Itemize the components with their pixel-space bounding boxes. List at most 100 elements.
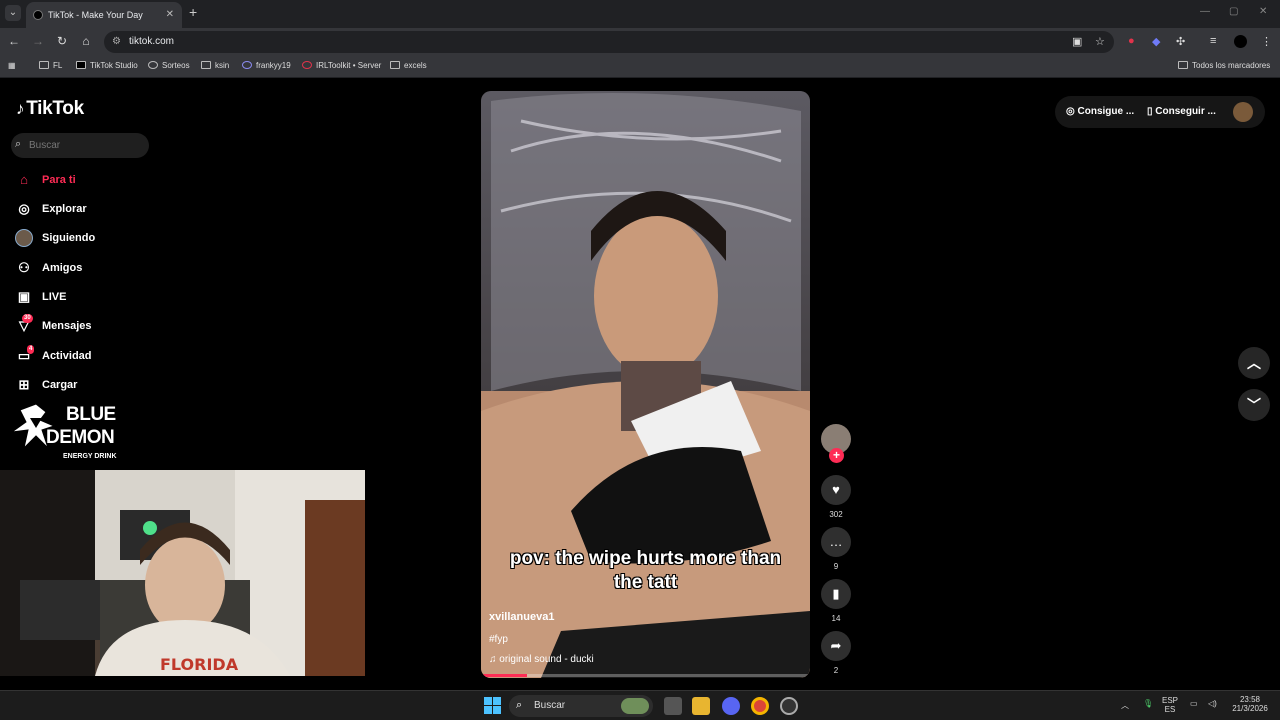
forward-icon[interactable]: → [30, 34, 46, 48]
blue-demon-overlay-logo: BLUE DEMON ENERGY DRINK [4, 398, 128, 466]
folder-icon [1178, 61, 1188, 69]
bookmark-fl[interactable]: FL [39, 61, 62, 70]
share-button[interactable]: ➦ 2 [821, 631, 851, 675]
webcam-feed-image: FLORIDA [0, 470, 365, 676]
bookmark-excels[interactable]: excels [390, 61, 427, 70]
music-note-icon: ♫ [489, 654, 500, 665]
upload-icon: ⊞ [18, 377, 30, 392]
share-count: 2 [833, 666, 839, 675]
video-progress-bar[interactable] [481, 674, 810, 677]
tiktok-logo[interactable]: ♪ TikTok [16, 98, 84, 120]
bookmark-sorteos[interactable]: Sorteos [148, 61, 190, 70]
follow-plus-icon[interactable]: + [829, 448, 844, 463]
microphone-icon[interactable]: 🎙 [1143, 699, 1153, 708]
tab-close-icon[interactable]: ✕ [166, 2, 174, 28]
new-tab-button[interactable]: + [189, 4, 197, 20]
reload-icon[interactable]: ↻ [54, 34, 70, 48]
comment-button[interactable]: … 9 [821, 527, 851, 571]
folder-icon [39, 61, 49, 69]
language-indicator[interactable]: ESP ES [1162, 696, 1178, 714]
file-explorer-icon[interactable] [692, 697, 710, 715]
tray-chevron-icon[interactable]: ︿ [1121, 700, 1129, 711]
window-close-icon[interactable]: ✕ [1259, 6, 1267, 17]
brand-line-blue: BLUE [66, 404, 116, 425]
all-bookmarks[interactable]: Todos los marcadores [1178, 61, 1270, 70]
clock[interactable]: 23:58 21/3/2026 [1228, 695, 1272, 713]
site-info-icon[interactable]: ⚙ [112, 36, 121, 47]
taskbar-search[interactable]: ⌕ Buscar [509, 695, 653, 717]
top-right-actions: ◎ Consigue ... ▯ Conseguir ... [1055, 96, 1265, 128]
video-progress-fill [481, 674, 528, 677]
video-caption: pov: the wipe hurts more than the tatt [481, 547, 810, 595]
tiktok-icon [76, 61, 86, 69]
extension-shield-icon[interactable]: ◆ [1152, 35, 1160, 48]
windows-taskbar: ⌕ Buscar ︿ 🎙 ESP ES ▭ ◁) 23:58 21/3/2026 [0, 690, 1280, 720]
next-video-button[interactable]: ﹀ [1238, 389, 1270, 421]
share-arrow-icon: ➦ [821, 631, 851, 661]
comment-icon: … [821, 527, 851, 557]
windows-logo-icon [484, 697, 501, 714]
save-button[interactable]: ▮ 14 [821, 579, 851, 623]
video-sound[interactable]: ♫ original sound - ducki [489, 654, 594, 665]
messages-badge: 30 [22, 314, 33, 323]
video-author[interactable]: xvillanueva1 [489, 611, 554, 623]
minimize-icon[interactable]: — [1200, 6, 1210, 17]
bookmark-irltoolkit[interactable]: IRLToolkit • Server [302, 61, 381, 70]
comment-count: 9 [833, 562, 839, 571]
task-view-icon[interactable] [664, 697, 682, 715]
caption-line-1: pov: the wipe hurts more than [509, 548, 782, 569]
profile-avatar[interactable] [1233, 102, 1253, 122]
browser-tab[interactable]: TikTok - Make Your Day ✕ [26, 2, 182, 28]
volume-icon[interactable]: ◁) [1208, 699, 1217, 708]
tab-search-button[interactable]: ⌄ [5, 5, 21, 21]
clock-date: 21/3/2026 [1232, 704, 1268, 713]
video-player[interactable]: pov: the wipe hurts more than the tatt x… [481, 91, 810, 678]
back-icon[interactable]: ← [6, 34, 22, 48]
search-icon: ⌕ [516, 699, 523, 711]
coin-icon: ◎ [1066, 106, 1078, 117]
maximize-icon[interactable]: ▢ [1229, 6, 1238, 17]
live-icon: ▣ [17, 289, 31, 304]
get-coins-button[interactable]: ◎ Consigue ... [1066, 106, 1134, 117]
irltoolkit-icon [302, 61, 312, 69]
chrome-icon[interactable] [751, 697, 769, 715]
following-avatar-icon [15, 229, 33, 247]
bookmark-frankyy19[interactable]: frankyy19 [242, 61, 291, 70]
profile-avatar-icon[interactable] [1234, 35, 1247, 48]
home-icon[interactable]: ⌂ [78, 34, 94, 48]
like-count: 302 [829, 510, 843, 519]
windows-start-icon[interactable] [484, 697, 502, 715]
bookmark-star-icon[interactable]: ☆ [1095, 35, 1105, 48]
browser-toolbar: ← → ↻ ⌂ ⚙ tiktok.com ▣ ☆ ● ◆ ✣ ≡ ⋮ [0, 28, 1280, 56]
svg-text:FLORIDA: FLORIDA [160, 655, 239, 674]
twitch-icon [242, 61, 252, 69]
tiktok-favicon-icon [33, 10, 43, 20]
reading-list-icon[interactable]: ≡ [1210, 35, 1216, 47]
video-hashtag[interactable]: #fyp [489, 634, 508, 645]
obs-icon[interactable] [780, 697, 798, 715]
activity-badge: 4 [27, 345, 35, 354]
extensions-puzzle-icon[interactable]: ✣ [1176, 35, 1185, 48]
search-icon: ⌕ [15, 138, 22, 150]
apps-grid-icon[interactable]: ▦ [8, 61, 16, 70]
network-icon[interactable]: ▭ [1190, 699, 1198, 708]
extension-red-icon[interactable]: ● [1128, 35, 1135, 47]
get-app-button[interactable]: ▯ Conseguir ... [1147, 106, 1216, 117]
bookmark-ksin[interactable]: ksin [201, 61, 229, 70]
friends-icon: ⚇ [18, 260, 30, 275]
address-bar[interactable]: ⚙ tiktok.com [104, 31, 1114, 53]
webcam-overlay: FLORIDA [0, 470, 365, 676]
tiktok-note-icon: ♪ [16, 99, 25, 118]
clock-time: 23:58 [1239, 695, 1261, 704]
chrome-menu-icon[interactable]: ⋮ [1261, 35, 1272, 48]
install-app-icon[interactable]: ▣ [1072, 35, 1082, 48]
like-button[interactable]: ♥ 302 [821, 475, 851, 519]
discord-icon[interactable] [722, 697, 740, 715]
bookmark-tiktok-studio[interactable]: TikTok Studio [76, 61, 138, 70]
folder-icon [201, 61, 211, 69]
save-count: 14 [831, 614, 841, 623]
caption-line-2: the tatt [613, 572, 678, 593]
previous-video-button[interactable]: ︿ [1238, 347, 1270, 379]
search-input[interactable]: ⌕ Buscar [11, 133, 149, 158]
browser-tab-strip: ⌄ TikTok - Make Your Day ✕ + — ▢ ✕ [0, 0, 1280, 28]
